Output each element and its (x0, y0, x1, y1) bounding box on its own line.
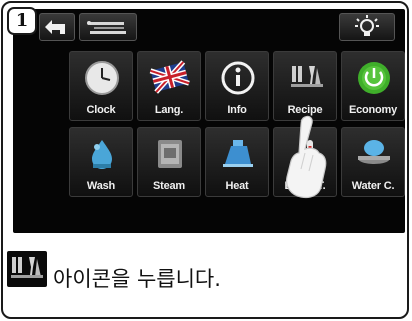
tile-info[interactable]: Info (205, 51, 269, 121)
tile-clock[interactable]: Clock (69, 51, 133, 121)
tile-economy[interactable]: Economy (341, 51, 405, 121)
back-button[interactable] (39, 13, 75, 41)
tile-language[interactable]: Lang. (137, 51, 201, 121)
back-arrow-icon (45, 20, 65, 34)
power-icon (358, 62, 390, 94)
tile-water-capacity[interactable]: Water C. (341, 127, 405, 197)
light-button[interactable] (339, 13, 395, 41)
instruction-text: 아이콘을 누릅니다. (53, 267, 221, 291)
top-toolbar (13, 9, 405, 43)
water-filter-button[interactable] (79, 13, 137, 41)
water-tank-icon (358, 140, 390, 164)
tile-label: Economy (348, 104, 398, 116)
tile-wash[interactable]: Wash (69, 127, 133, 197)
tile-label: Info (227, 104, 247, 116)
light-bulb-icon (355, 15, 379, 36)
tile-label: Clock (86, 104, 116, 116)
tile-label: Wash (86, 180, 116, 192)
water-filter-icon (87, 21, 126, 34)
instruction-card: Clock Lang. Info Recipe Economy Wash Ste… (1, 1, 409, 319)
tile-label: Heat (225, 180, 249, 192)
wash-icon (92, 140, 112, 169)
recipe-icon (291, 66, 323, 87)
recipe-icon-inline (7, 251, 47, 287)
recipe-icon (11, 257, 43, 278)
instruction-row: 아이콘을 누릅니다. (7, 251, 407, 291)
steam-icon (158, 140, 182, 168)
clock-icon (85, 61, 119, 95)
tile-recipe[interactable]: Recipe (273, 51, 337, 121)
tile-label: Lang. (154, 104, 184, 116)
tile-heat[interactable]: Heat (205, 127, 269, 197)
heat-icon (223, 140, 253, 167)
pointing-hand-icon (286, 115, 327, 199)
tile-steam[interactable]: Steam (137, 127, 201, 197)
tile-label: Steam (152, 180, 186, 192)
info-icon (221, 61, 255, 95)
tile-label: Water C. (351, 180, 395, 192)
step-number-badge: 1 (7, 7, 37, 35)
machine-display: Clock Lang. Info Recipe Economy Wash Ste… (13, 9, 405, 233)
uk-flag-icon (149, 60, 190, 94)
